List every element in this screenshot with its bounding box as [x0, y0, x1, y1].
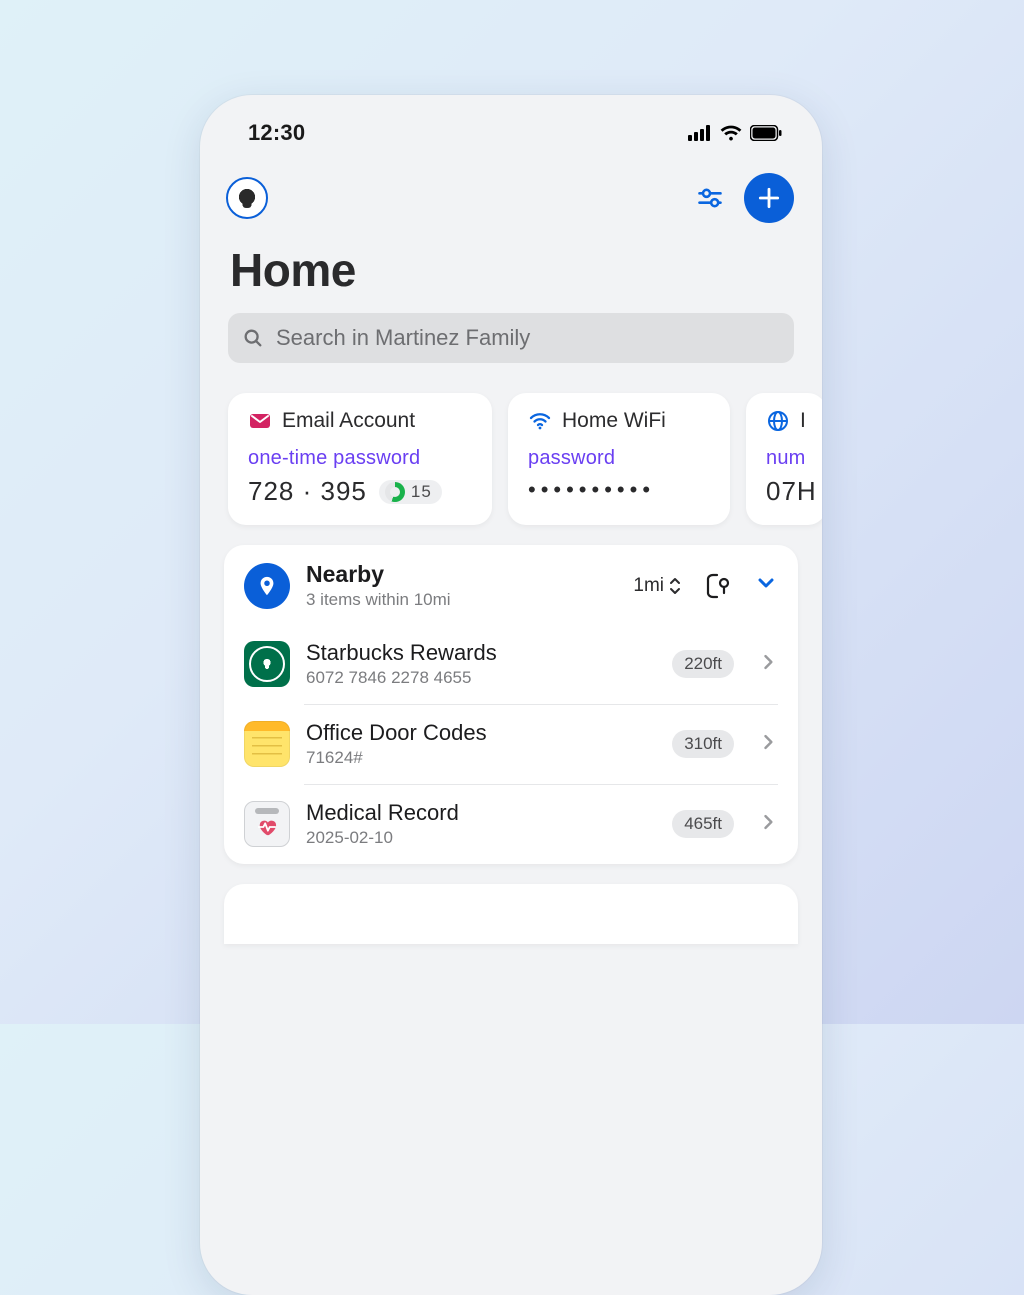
nearby-item[interactable]: Office Door Codes 71624# 310ft	[224, 704, 798, 784]
card-title: I	[800, 409, 806, 433]
card-title: Email Account	[282, 409, 415, 433]
status-time: 12:30	[248, 120, 305, 146]
search-placeholder: Search in Martinez Family	[276, 325, 530, 351]
item-title: Office Door Codes	[306, 720, 487, 746]
status-bar: 12:30	[200, 95, 822, 151]
geofence-icon	[704, 573, 732, 599]
nearby-item[interactable]: Medical Record 2025-02-10 465ft	[224, 784, 798, 864]
pin-badge	[244, 563, 290, 609]
plus-icon	[756, 185, 782, 211]
password-value: ••••••••••	[528, 476, 710, 504]
range-selector[interactable]: 1mi	[633, 575, 682, 597]
item-subtitle: 6072 7846 2278 4655	[306, 668, 497, 688]
countdown-ring-icon	[385, 482, 405, 502]
card-email[interactable]: Email Account one-time password 728 · 39…	[228, 393, 492, 525]
chevron-right-icon	[758, 812, 778, 837]
expand-toggle[interactable]	[754, 571, 778, 600]
chevron-right-icon	[758, 732, 778, 757]
wifi-icon	[720, 125, 742, 141]
mail-icon	[248, 409, 272, 433]
map-pin-icon	[256, 575, 278, 597]
distance-badge: 310ft	[672, 730, 734, 758]
search-field[interactable]: Search in Martinez Family	[228, 313, 794, 363]
battery-icon	[750, 125, 782, 141]
nearby-item[interactable]: Starbucks Rewards 6072 7846 2278 4655 22…	[224, 624, 798, 704]
nearby-subtitle: 3 items within 10mi	[306, 590, 451, 610]
phone-frame: 12:30 Home Search in Martinez Family Ema…	[200, 95, 822, 1295]
quick-access-cards[interactable]: Email Account one-time password 728 · 39…	[200, 363, 822, 525]
item-title: Medical Record	[306, 800, 459, 826]
card-third[interactable]: I num 07H	[746, 393, 822, 525]
cellular-icon	[688, 125, 712, 141]
card-label: num	[766, 447, 818, 470]
card-wifi[interactable]: Home WiFi password ••••••••••	[508, 393, 730, 525]
status-icons	[688, 125, 782, 141]
otp-countdown-pill: 15	[379, 480, 442, 504]
distance-badge: 220ft	[672, 650, 734, 678]
card-value: 07H	[766, 476, 818, 507]
next-panel-peek	[224, 884, 798, 944]
range-value: 1mi	[633, 575, 664, 597]
wifi-icon	[528, 409, 552, 433]
nearby-header[interactable]: Nearby 3 items within 10mi 1mi	[224, 545, 798, 624]
item-title: Starbucks Rewards	[306, 640, 497, 666]
starbucks-icon	[244, 641, 290, 687]
card-label: password	[528, 447, 710, 470]
customize-button[interactable]	[690, 178, 730, 218]
distance-badge: 465ft	[672, 810, 734, 838]
nearby-panel: Nearby 3 items within 10mi 1mi Starbucks	[224, 545, 798, 864]
page-title: Home	[200, 223, 822, 309]
globe-icon	[766, 409, 790, 433]
app-header	[200, 151, 822, 223]
nearby-title: Nearby	[306, 561, 451, 588]
medical-record-icon	[244, 801, 290, 847]
item-subtitle: 71624#	[306, 748, 487, 768]
notes-icon	[244, 721, 290, 767]
geofence-button[interactable]	[704, 572, 732, 600]
chevron-down-icon	[754, 571, 778, 595]
item-subtitle: 2025-02-10	[306, 828, 459, 848]
card-title: Home WiFi	[562, 409, 666, 433]
search-icon	[242, 327, 264, 349]
add-button[interactable]	[744, 173, 794, 223]
sliders-icon	[696, 184, 724, 212]
stepper-icon	[668, 577, 682, 595]
otp-value: 728 · 395	[248, 476, 367, 507]
card-label: one-time password	[248, 447, 472, 470]
otp-countdown: 15	[411, 482, 432, 502]
app-logo[interactable]	[226, 177, 268, 219]
chevron-right-icon	[758, 652, 778, 677]
